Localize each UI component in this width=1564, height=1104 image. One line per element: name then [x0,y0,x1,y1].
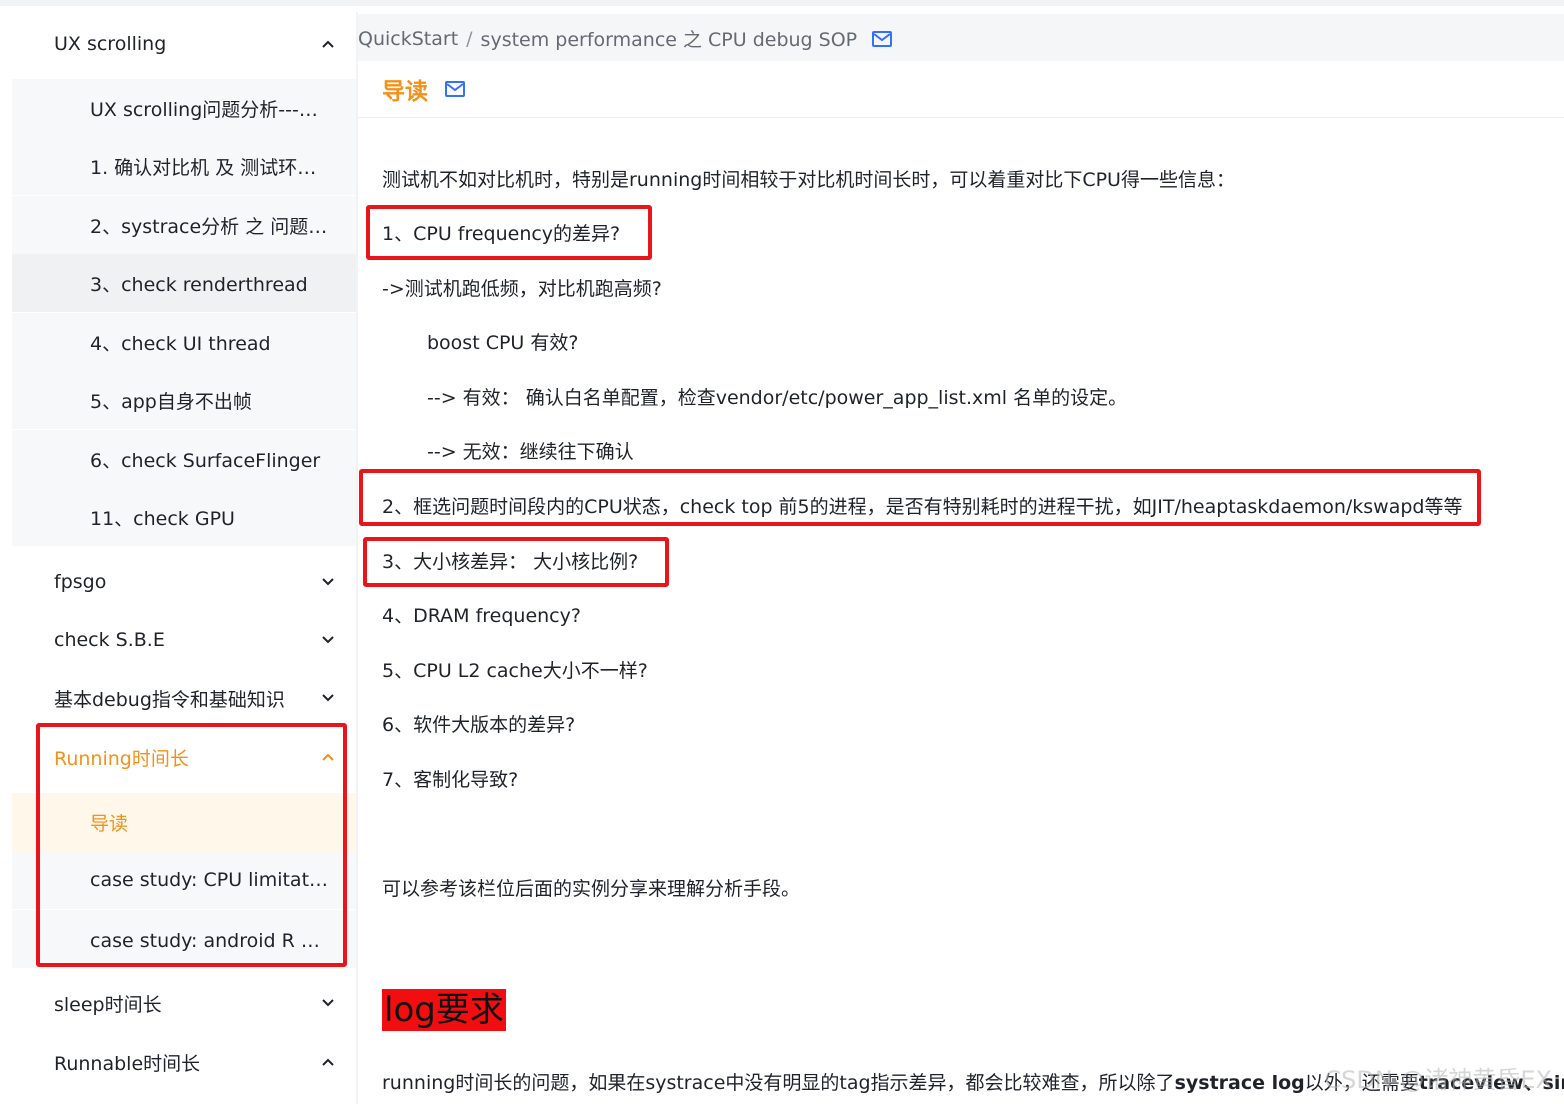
sidebar-item-ux-scrolling[interactable]: UX scrolling [12,15,356,73]
log-requirements-heading: log要求 [382,989,506,1031]
sidebar-item-sleep-time[interactable]: sleep时间长 [12,974,356,1032]
sidebar-item-label: 3、check renderthread [90,273,308,296]
sidebar-item-systrace-analysis[interactable]: 2、systrace分析 之 问题初... [12,196,356,254]
sidebar-item-label: case study: CPU limitation [90,869,330,891]
sidebar-item-label: 基本debug指令和基础知识 [54,688,285,711]
sidebar-item-label: case study: android R 和A... [90,929,330,952]
chevron-down-icon[interactable] [320,632,336,648]
breadcrumb-root[interactable]: QuickStart [358,28,458,50]
sidebar-divider [356,12,358,1104]
sidebar-item-label: fpsgo [54,571,107,593]
chevron-up-icon[interactable] [320,36,336,52]
watermark: CSDN @诸神黄昏EX [1324,1066,1552,1094]
sidebar-nav: UX scrolling UX scrolling问题分析---之... 1. … [12,12,356,1104]
mail-icon[interactable] [871,30,893,48]
item-core-diff: 3、大小核差异： 大小核比例? [382,551,639,573]
item-software-version: 6、软件大版本的差异? [382,714,576,736]
top-border [0,0,1564,6]
breadcrumb-separator: / [466,27,473,50]
sidebar-item-check-gpu[interactable]: 11、check GPU [12,488,356,546]
sidebar-item-guide[interactable]: 导读 [12,793,356,851]
item-customization: 7、客制化导致? [382,769,519,791]
sidebar-item-label: UX scrolling问题分析---之... [90,98,330,121]
page-title: 导读 [382,72,466,106]
sidebar-item-fpsgo[interactable]: fpsgo [12,553,356,611]
sidebar-item-label: 4、check UI thread [90,332,271,355]
text-segment: running时间长的问题，如果在systrace中没有明显的tag指示差异，都… [382,1072,1175,1094]
item-cpu-frequency: 1、CPU frequency的差异? [382,223,621,245]
effective-line: --> 有效： 确认白名单配置，检查vendor/etc/power_app_l… [427,387,1128,409]
ineffective-line: --> 无效：继续往下确认 [427,441,634,463]
item-l2-cache: 5、CPU L2 cache大小不一样? [382,660,648,682]
sidebar-item-label: 1. 确认对比机 及 测试环境... [90,156,330,179]
sidebar-item-label: 6、check SurfaceFlinger [90,449,321,472]
item-cpu-frequency-note: ->测试机跑低频，对比机跑高频? [382,278,662,300]
chevron-up-icon[interactable] [320,1054,336,1070]
breadcrumb: QuickStart / system performance 之 CPU de… [358,25,893,52]
chevron-down-icon[interactable] [320,690,336,706]
item-dram-frequency: 4、DRAM frequency? [382,605,581,627]
sidebar-item-case-cpu-limitation[interactable]: case study: CPU limitation [12,851,356,909]
sidebar-item-ux-scrolling-analysis[interactable]: UX scrolling问题分析---之... [12,79,356,137]
chevron-down-icon[interactable] [320,995,336,1011]
sidebar-item-label: UX scrolling [54,33,167,55]
intro-paragraph: 测试机不如对比机时，特别是running时间相较于对比机时间长时，可以着重对比下… [382,169,1235,191]
sidebar-item-running-time[interactable]: Running时间长 [12,728,356,786]
sidebar-item-check-sbe[interactable]: check S.B.E [12,611,356,669]
chevron-up-icon[interactable] [320,749,336,765]
sidebar-item-label: Running时间长 [54,747,189,770]
sidebar-item-case-android-r[interactable]: case study: android R 和A... [12,910,356,968]
sidebar-item-check-surfaceflinger[interactable]: 6、check SurfaceFlinger [12,430,356,488]
reference-paragraph: 可以参考该栏位后面的实例分享来理解分析手段。 [382,878,801,900]
page-title-text: 导读 [382,79,428,105]
sidebar-item-confirm-env[interactable]: 1. 确认对比机 及 测试环境... [12,137,356,195]
sidebar-item-label: Runnable时间长 [54,1052,201,1075]
mail-icon[interactable] [444,80,466,98]
sidebar-item-basic-debug[interactable]: 基本debug指令和基础知识 [12,669,356,727]
sidebar-item-label: 5、app自身不出帧 [90,390,252,413]
sidebar-item-app-no-frame[interactable]: 5、app自身不出帧 [12,371,356,429]
text-bold-segment: systrace log [1174,1072,1305,1094]
title-divider [358,117,1564,118]
sidebar-item-runnable-time[interactable]: Runnable时间长 [12,1033,356,1091]
sidebar-item-check-ui-thread[interactable]: 4、check UI thread [12,313,356,371]
sidebar-item-label: 导读 [90,812,129,835]
sidebar-item-label: check S.B.E [54,629,165,651]
breadcrumb-bar: QuickStart / system performance 之 CPU de… [358,14,1564,61]
chevron-down-icon[interactable] [320,574,336,590]
sidebar-item-check-renderthread[interactable]: 3、check renderthread [12,254,356,312]
item-cpu-state: 2、框选问题时间段内的CPU状态，check top 前5的进程，是否有特别耗时… [382,496,1463,518]
sidebar-item-label: 11、check GPU [90,507,235,530]
sidebar-item-label: 2、systrace分析 之 问题初... [90,215,330,238]
breadcrumb-current[interactable]: system performance 之 CPU debug SOP [481,25,858,52]
sidebar-item-label: sleep时间长 [54,993,162,1016]
boost-cpu-line: boost CPU 有效? [427,332,579,354]
